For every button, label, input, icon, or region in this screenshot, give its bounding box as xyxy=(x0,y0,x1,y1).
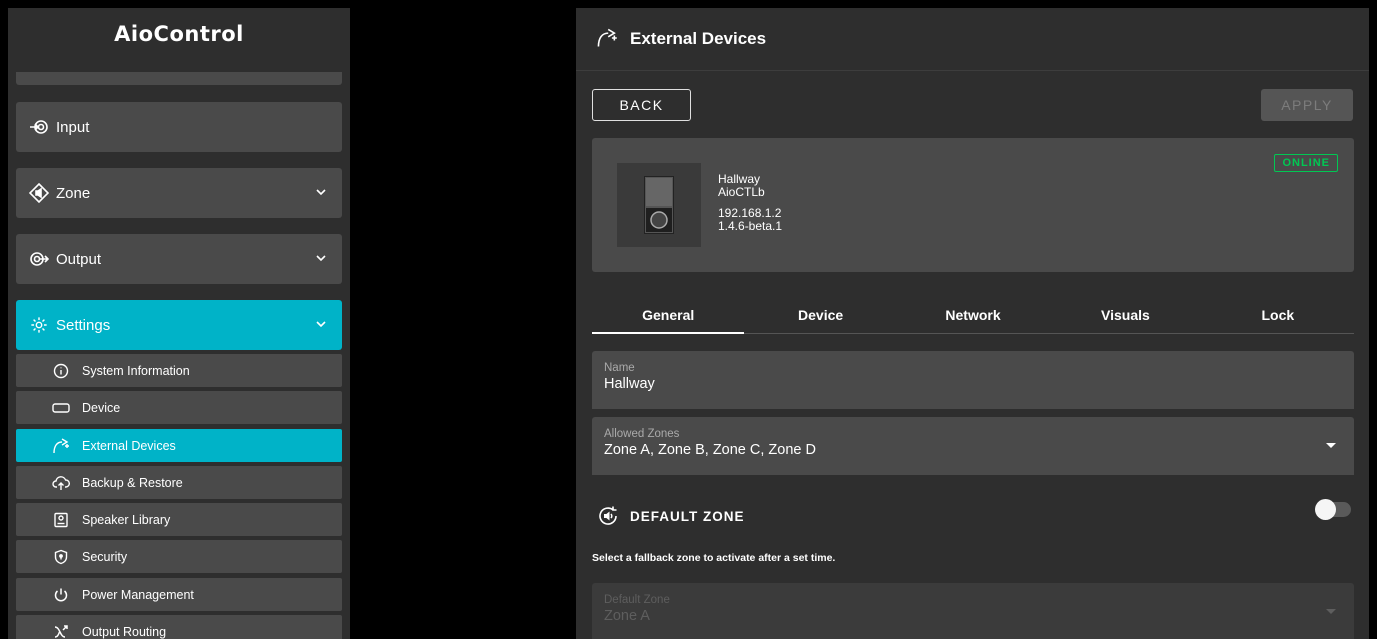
allowed-zones-value: Zone A, Zone B, Zone C, Zone D xyxy=(604,442,816,458)
settings-item-label: External Devices xyxy=(82,438,176,453)
default-zone-select[interactable]: Default Zone Zone A xyxy=(592,583,1354,639)
default-zone-heading: DEFAULT ZONE xyxy=(596,504,745,528)
external-devices-icon xyxy=(596,28,618,50)
device-card: Hallway AioCTLb 192.168.1.2 1.4.6-beta.1… xyxy=(592,138,1354,272)
tab-lock[interactable]: Lock xyxy=(1202,300,1354,333)
chevron-down-icon xyxy=(316,189,326,196)
name-field-label: Name xyxy=(604,362,635,374)
settings-item-label: Backup & Restore xyxy=(82,475,183,490)
chevron-down-icon xyxy=(316,255,326,262)
zone-speaker-icon xyxy=(28,182,50,204)
device-info: Hallway AioCTLb 192.168.1.2 1.4.6-beta.1 xyxy=(718,173,782,233)
output-icon xyxy=(28,248,50,270)
nav-item-input[interactable]: Input xyxy=(16,102,342,152)
cloud-upload-icon xyxy=(52,474,70,492)
routing-icon xyxy=(52,623,70,639)
nav-item-output[interactable]: Output xyxy=(16,234,342,284)
name-field-value: Hallway xyxy=(604,376,655,392)
main-panel: External Devices BACK APPLY Hallway AioC… xyxy=(576,8,1369,639)
device-icon xyxy=(52,399,70,417)
settings-item-label: Security xyxy=(82,549,128,564)
page-title: External Devices xyxy=(630,29,767,48)
default-zone-hint: Select a fallback zone to activate after… xyxy=(592,552,836,564)
default-zone-title: DEFAULT ZONE xyxy=(630,508,745,524)
default-zone-label: Default Zone xyxy=(604,594,670,606)
nav-item-label: Output xyxy=(56,250,102,268)
settings-item-label: Power Management xyxy=(82,587,194,602)
settings-item-external-devices[interactable]: External Devices xyxy=(16,429,342,462)
timer-speaker-icon xyxy=(596,504,620,528)
input-icon xyxy=(28,116,50,138)
back-button[interactable]: BACK xyxy=(592,89,691,121)
nav-item-label: Zone xyxy=(56,184,91,202)
allowed-zones-select[interactable]: Allowed Zones Zone A, Zone B, Zone C, Zo… xyxy=(592,417,1354,475)
page-header: External Devices xyxy=(576,8,1369,71)
settings-item-device[interactable]: Device xyxy=(16,391,342,424)
nav-item-zone[interactable]: Zone xyxy=(16,168,342,218)
shield-icon xyxy=(52,548,70,566)
collapsed-menu-item[interactable] xyxy=(16,72,342,85)
speaker-library-icon xyxy=(52,511,70,529)
settings-item-power-management[interactable]: Power Management xyxy=(16,578,342,611)
external-devices-icon xyxy=(52,437,70,455)
brand-logo: AioControl xyxy=(114,22,244,46)
default-zone-value: Zone A xyxy=(604,608,650,624)
info-icon xyxy=(52,362,70,380)
tab-bar: General Device Network Visuals Lock xyxy=(592,300,1354,334)
dropdown-caret-icon xyxy=(1326,443,1336,448)
power-icon xyxy=(52,586,70,604)
device-firmware: 1.4.6-beta.1 xyxy=(718,219,783,233)
settings-item-system-information[interactable]: System Information xyxy=(16,354,342,387)
tab-device[interactable]: Device xyxy=(744,300,896,333)
nav-item-label: Settings xyxy=(56,316,111,334)
settings-item-backup-restore[interactable]: Backup & Restore xyxy=(16,466,342,499)
settings-item-label: Device xyxy=(82,400,121,415)
status-badge: ONLINE xyxy=(1274,154,1338,172)
tab-visuals[interactable]: Visuals xyxy=(1049,300,1201,333)
default-zone-toggle[interactable] xyxy=(1315,499,1351,520)
settings-item-output-routing[interactable]: Output Routing xyxy=(16,615,342,639)
nav-item-settings[interactable]: Settings xyxy=(16,300,342,350)
name-field[interactable]: Name Hallway xyxy=(592,351,1354,409)
tab-network[interactable]: Network xyxy=(897,300,1049,333)
allowed-zones-label: Allowed Zones xyxy=(604,428,680,440)
settings-item-label: System Information xyxy=(82,363,190,378)
device-model: AioCTLb xyxy=(718,185,765,199)
settings-item-label: Output Routing xyxy=(82,624,167,639)
settings-item-speaker-library[interactable]: Speaker Library xyxy=(16,503,342,536)
device-thumbnail xyxy=(617,163,701,247)
settings-item-security[interactable]: Security xyxy=(16,540,342,573)
toggle-knob xyxy=(1315,499,1336,520)
sidebar: AioControl Input Zone Output Settings Sy… xyxy=(8,8,350,639)
gear-icon xyxy=(28,314,50,336)
nav-item-label: Input xyxy=(56,118,90,136)
chevron-down-icon xyxy=(316,321,326,328)
settings-item-label: Speaker Library xyxy=(82,512,171,527)
tab-general[interactable]: General xyxy=(592,300,745,334)
apply-button[interactable]: APPLY xyxy=(1261,89,1353,121)
dropdown-caret-icon xyxy=(1326,609,1336,614)
